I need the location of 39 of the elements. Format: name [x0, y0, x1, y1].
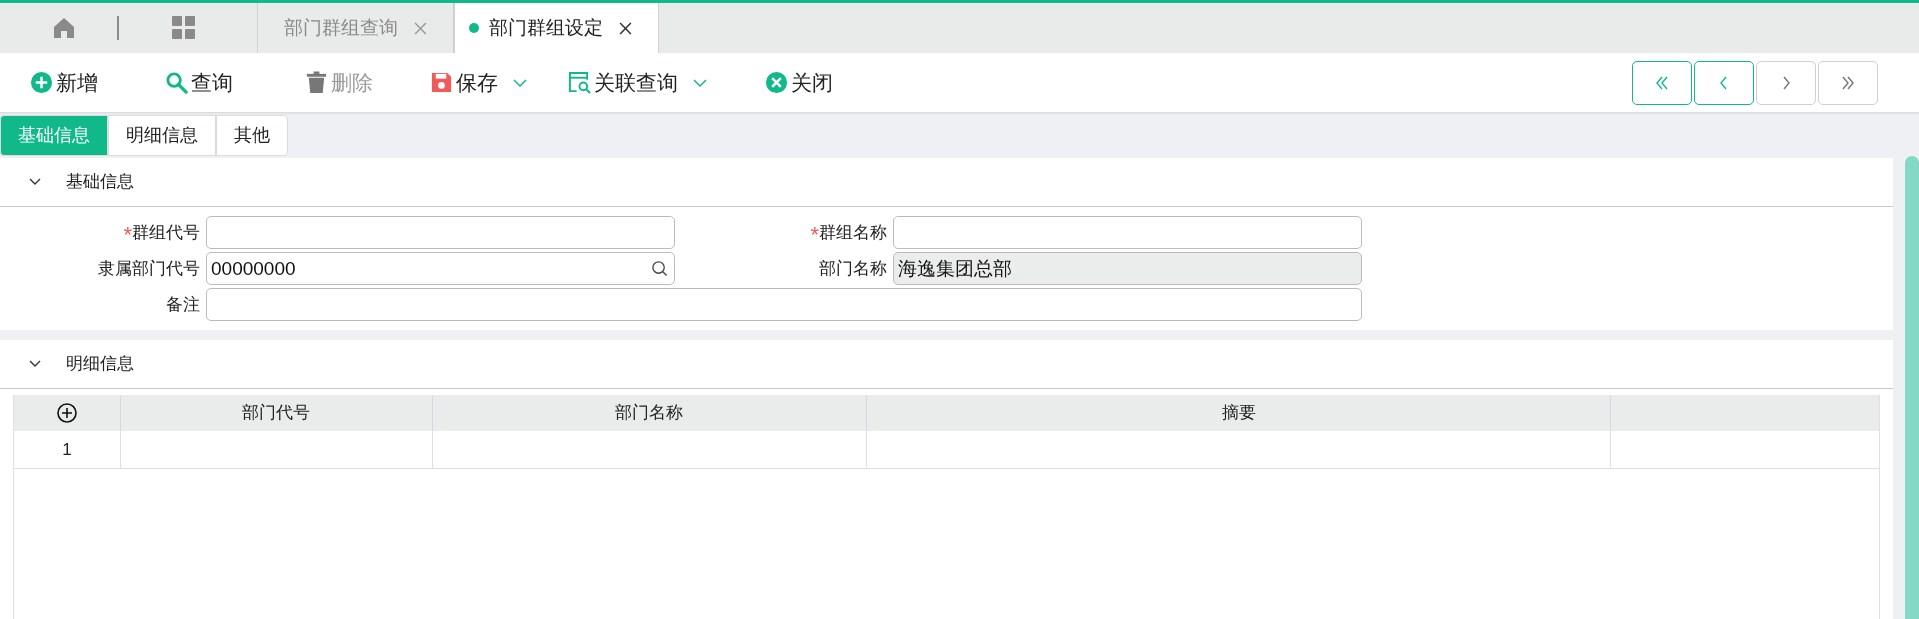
input-field[interactable]	[206, 216, 675, 249]
toolbar-button[interactable]: 关联查询	[568, 66, 678, 99]
field-label: 群组名称	[819, 221, 887, 244]
window-search-icon	[568, 71, 591, 94]
trash-icon	[305, 71, 328, 94]
form-tab[interactable]: 明细信息	[108, 115, 216, 156]
form-tab[interactable]: 其他	[216, 115, 288, 156]
field-label: 隶属部门代号	[98, 257, 200, 280]
section-title: 明细信息	[66, 353, 134, 376]
add-row-icon[interactable]	[55, 402, 78, 424]
document-tab[interactable]: 部门群组设定	[454, 3, 659, 53]
column-header[interactable]: 部门代号	[120, 395, 433, 431]
field-label: 备注	[166, 293, 200, 316]
field-label: 群组代号	[132, 221, 200, 244]
home-icon[interactable]	[52, 16, 76, 40]
required-mark: *	[810, 223, 819, 246]
search-icon[interactable]	[651, 260, 668, 277]
required-mark: *	[123, 223, 132, 246]
toolbar-button[interactable]: 新增	[30, 66, 98, 99]
close-icon[interactable]	[619, 21, 632, 35]
search-icon	[165, 71, 188, 94]
input-field[interactable]: 00000000	[206, 252, 675, 285]
section-title: 基础信息	[66, 171, 134, 194]
column-header[interactable]: 摘要	[866, 395, 1611, 431]
scrollbar[interactable]	[1905, 156, 1919, 619]
toolbar-button[interactable]: 保存	[430, 66, 498, 99]
plus-circle-icon	[30, 71, 53, 94]
field-label: 部门名称	[819, 257, 887, 280]
input-field[interactable]: 海逸集团总部	[893, 252, 1362, 285]
pager-button[interactable]	[1694, 60, 1754, 105]
toolbar-button[interactable]: 关闭	[765, 66, 833, 99]
row-number: 1	[14, 431, 121, 468]
input-field[interactable]	[893, 216, 1362, 249]
close-circle-icon	[765, 71, 788, 94]
input-field[interactable]	[206, 288, 1362, 321]
pager-button[interactable]	[1632, 60, 1692, 105]
grid-icon[interactable]	[171, 15, 197, 41]
toolbar-button[interactable]: 查询	[165, 66, 233, 99]
column-header[interactable]: 部门名称	[432, 395, 867, 431]
